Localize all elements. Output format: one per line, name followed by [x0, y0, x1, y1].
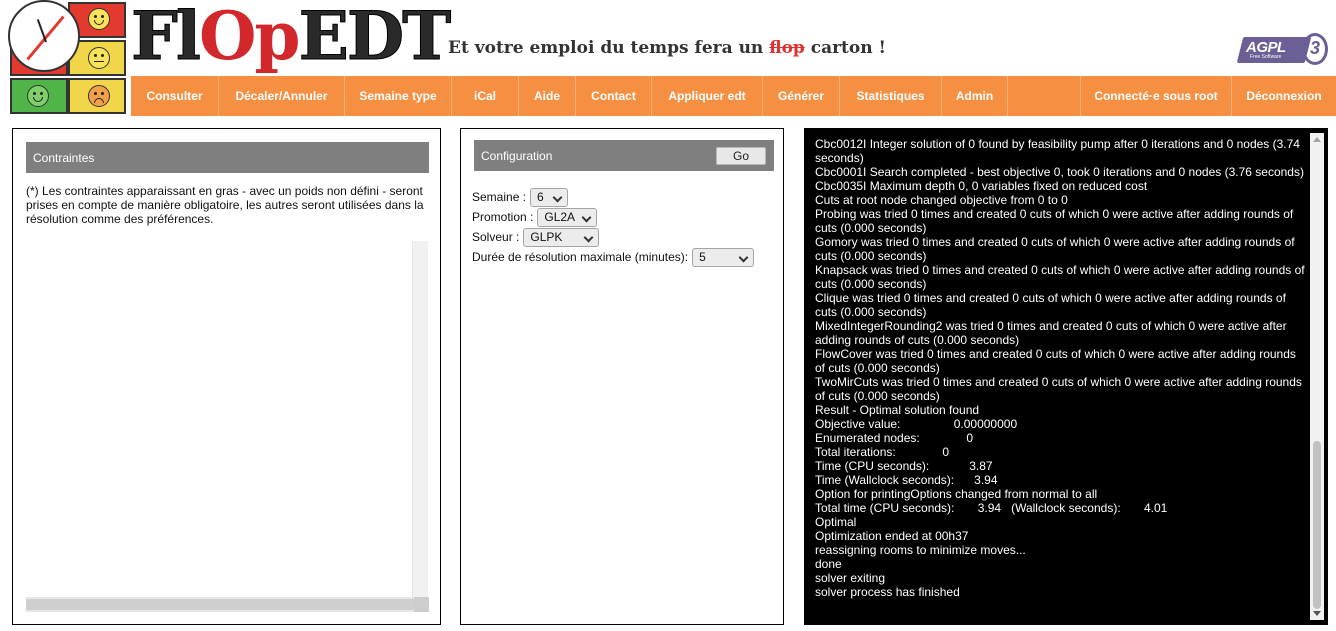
- agpl-license-logo[interactable]: AGPL Free Software 3: [1236, 33, 1328, 65]
- chevron-down-icon: [738, 252, 749, 262]
- console-line: solver exiting: [815, 571, 886, 585]
- scroll-down-arrow-icon: [1313, 611, 1321, 616]
- clock-icon: [8, 0, 80, 72]
- go-button[interactable]: Go: [716, 147, 766, 165]
- nav-consulter[interactable]: Consulter: [131, 76, 219, 116]
- console-line: Cuts at root node changed objective from…: [815, 193, 1068, 207]
- solver-console-panel: Cbc0012I Integer solution of 0 found by …: [804, 128, 1328, 625]
- constraints-note: (*) Les contraintes apparaissant en gras…: [26, 184, 424, 226]
- chevron-down-icon: [583, 232, 594, 242]
- console-line: Total iterations: 0: [815, 445, 950, 459]
- week-select[interactable]: 6: [530, 187, 569, 207]
- nav-semaine-type[interactable]: Semaine type: [345, 76, 452, 116]
- brand-wordmark: Fl Op EDT: [131, 0, 452, 75]
- console-line: Enumerated nodes: 0: [815, 431, 974, 445]
- console-line: Time (CPU seconds): 3.87: [815, 459, 993, 473]
- console-line: Time (Wallclock seconds): 3.94: [815, 473, 998, 487]
- chevron-down-icon: [581, 212, 592, 222]
- console-line: Cbc0035I Maximum depth 0, 0 variables fi…: [815, 179, 1148, 193]
- console-line: Optimization ended at 00h37: [815, 529, 969, 543]
- configuration-form: Semaine : 6 Promotion : GL2A Solveur : G…: [472, 187, 755, 267]
- scroll-up-arrow-icon: [1313, 137, 1321, 142]
- promotion-select[interactable]: GL2A: [537, 207, 598, 227]
- console-line: MixedIntegerRounding2 was tried 0 times …: [815, 319, 1290, 347]
- nav-ical[interactable]: iCal: [452, 76, 519, 116]
- constraints-list[interactable]: [26, 241, 429, 597]
- console-line: Knapsack was tried 0 times and created 0…: [815, 263, 1308, 291]
- nav-contact[interactable]: Contact: [576, 76, 652, 116]
- flopedt-logo: [8, 0, 128, 116]
- console-line: Option for printingOptions changed from …: [815, 487, 1098, 501]
- configuration-title: Configuration Go: [474, 140, 774, 171]
- console-line: solver process has finished: [815, 585, 960, 599]
- nav-aide[interactable]: Aide: [519, 76, 576, 116]
- user-status[interactable]: Connecté·e sous root: [1080, 76, 1232, 116]
- nav-admin[interactable]: Admin: [942, 76, 1008, 116]
- constraints-panel: Contraintes (*) Les contraintes apparais…: [12, 128, 441, 625]
- nav-logout[interactable]: Déconnexion: [1232, 76, 1336, 116]
- console-line: done: [815, 557, 842, 571]
- constraints-vertical-scrollbar[interactable]: [412, 241, 428, 597]
- chevron-down-icon: [552, 192, 563, 202]
- console-line: Probing was tried 0 times and created 0 …: [815, 207, 1297, 235]
- console-line: Cbc0012I Integer solution of 0 found by …: [815, 137, 1304, 165]
- console-line: Result - Optimal solution found: [815, 403, 980, 417]
- nav-generer[interactable]: Générer: [763, 76, 840, 116]
- console-line: Total time (CPU seconds): 3.94 (Wallcloc…: [815, 501, 1168, 515]
- promotion-label: Promotion :: [472, 210, 534, 224]
- console-line: Cbc0001I Search completed - best objecti…: [815, 165, 1304, 179]
- console-line: Clique was tried 0 times and created 0 c…: [815, 291, 1290, 319]
- console-line: FlowCover was tried 0 times and created …: [815, 347, 1300, 375]
- constraints-title: Contraintes: [26, 142, 429, 173]
- max-duration-label: Durée de résolution maximale (minutes):: [472, 250, 689, 264]
- console-line: Objective value: 0.00000000: [815, 417, 1018, 431]
- week-label: Semaine :: [472, 190, 527, 204]
- nav-statistiques[interactable]: Statistiques: [840, 76, 942, 116]
- console-line: Gomory was tried 0 times and created 0 c…: [815, 235, 1298, 263]
- configuration-panel: Configuration Go Semaine : 6 Promotion :…: [460, 128, 784, 625]
- console-line: TwoMirCuts was tried 0 times and created…: [815, 375, 1306, 403]
- console-scrollbar[interactable]: [1310, 133, 1324, 620]
- solver-console-log: Cbc0012I Integer solution of 0 found by …: [815, 137, 1307, 599]
- console-line: reassigning rooms to minimize moves...: [815, 543, 1026, 557]
- tagline: Et votre emploi du temps fera un flop ca…: [448, 38, 886, 58]
- nav-decaler-annuler[interactable]: Décaler/Annuler: [219, 76, 345, 116]
- solver-label: Solveur :: [472, 230, 520, 244]
- constraints-horizontal-scrollbar[interactable]: [26, 597, 429, 612]
- max-duration-select[interactable]: 5: [692, 247, 755, 267]
- scrollbar-thumb: [1313, 441, 1321, 609]
- nav-appliquer-edt[interactable]: Appliquer edt: [652, 76, 763, 116]
- solver-select[interactable]: GLPK: [523, 227, 600, 247]
- main-nav: Consulter Décaler/Annuler Semaine type i…: [131, 76, 1336, 116]
- console-line: Optimal: [815, 515, 857, 529]
